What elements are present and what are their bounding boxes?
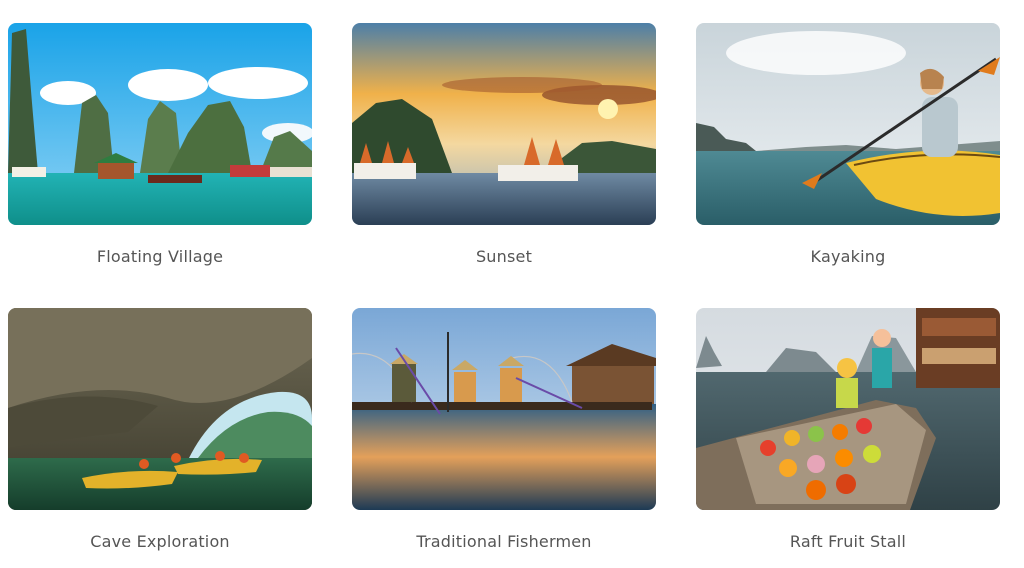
floating-village-image[interactable] xyxy=(8,23,312,225)
cave-exploration-image[interactable] xyxy=(8,308,312,510)
gallery-caption: Cave Exploration xyxy=(90,532,230,551)
gallery-caption: Floating Village xyxy=(96,247,224,266)
gallery-caption: Kayaking xyxy=(810,247,886,266)
gallery-card-cave-exploration[interactable]: Cave Exploration xyxy=(8,308,312,558)
raft-fruit-stall-image[interactable] xyxy=(696,308,1000,510)
gallery-card-floating-village[interactable]: Floating Village xyxy=(8,23,312,273)
gallery-card-kayaking[interactable]: Kayaking xyxy=(696,23,1000,273)
gallery-card-sunset[interactable]: Sunset xyxy=(352,23,656,273)
kayaking-image[interactable] xyxy=(696,23,1000,225)
gallery-card-raft-fruit-stall[interactable]: Raft Fruit Stall xyxy=(696,308,1000,558)
gallery-caption: Sunset xyxy=(475,247,533,266)
gallery-caption: Raft Fruit Stall xyxy=(789,532,907,551)
gallery-card-traditional-fishermen[interactable]: Traditional Fishermen xyxy=(352,308,656,558)
gallery-caption: Traditional Fishermen xyxy=(416,532,592,551)
activity-gallery: Floating Village Sunset Kayaking Cave Ex… xyxy=(0,0,1024,568)
sunset-image[interactable] xyxy=(352,23,656,225)
traditional-fishermen-image[interactable] xyxy=(352,308,656,510)
